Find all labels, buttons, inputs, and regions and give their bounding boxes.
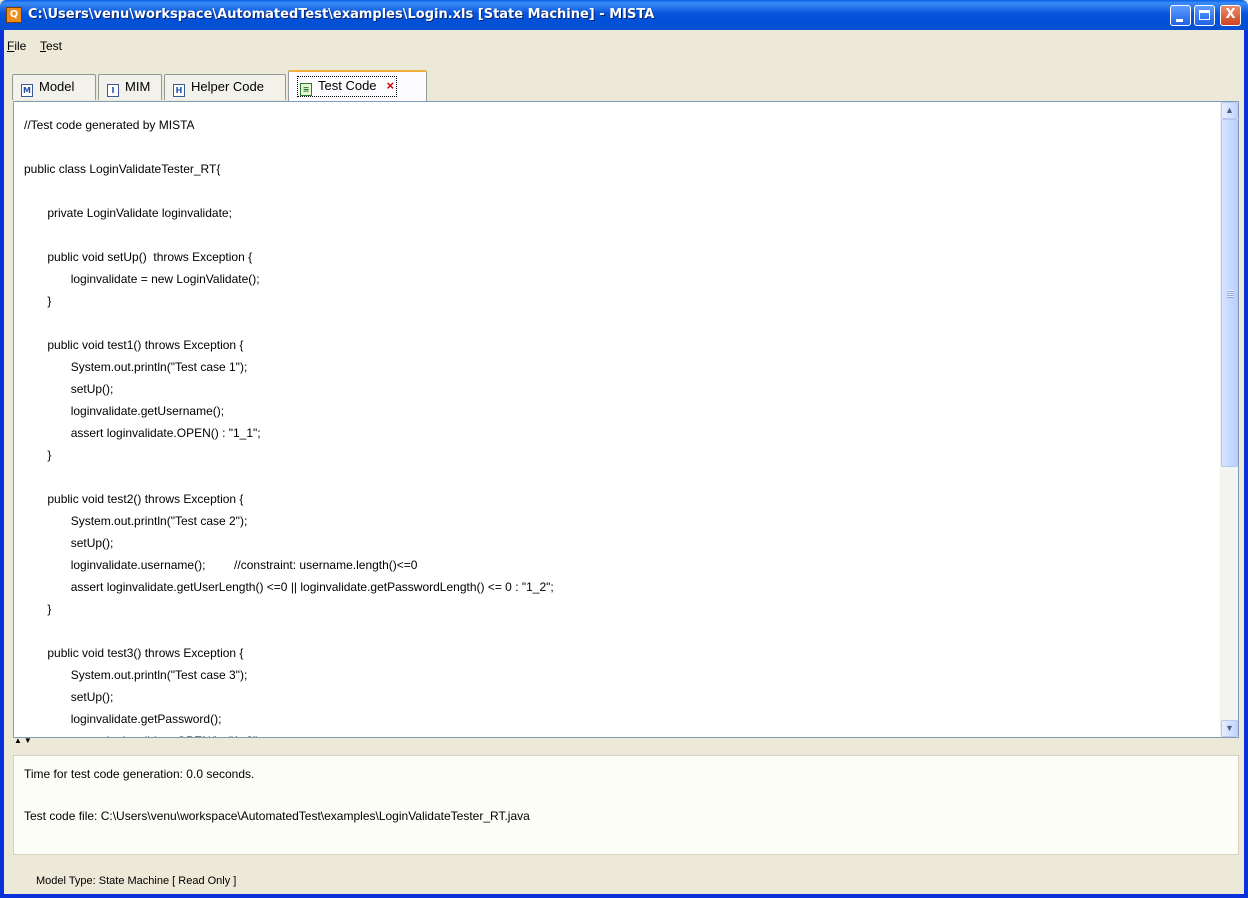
mim-icon: I [107, 84, 119, 97]
code-line: loginvalidate.getUsername(); [24, 404, 225, 418]
code-line: loginvalidate = new LoginValidate(); [24, 272, 260, 286]
code-line: System.out.println("Test case 3"); [24, 668, 248, 682]
tab-test-code[interactable]: ≡ Test Code × [288, 70, 427, 101]
code-line: assert loginvalidate.OPEN() : "1_3"; [24, 730, 1214, 737]
code-line: assert loginvalidate.OPEN() : "1_1"; [24, 426, 261, 440]
scroll-up-icon[interactable]: ▲ [1221, 102, 1238, 119]
splitter-arrows-icon[interactable]: ▲▼ [14, 737, 34, 745]
output-console: Time for test code generation: 0.0 secon… [13, 755, 1239, 855]
code-line: public void test2() throws Exception { [24, 492, 244, 506]
code-text-area[interactable]: //Test code generated by MISTA public cla… [24, 114, 1214, 737]
tab-test-code-label: Test Code [318, 78, 377, 93]
code-line: private LoginValidate loginvalidate; [24, 206, 232, 220]
scroll-down-icon[interactable]: ▼ [1221, 720, 1238, 737]
menu-test[interactable]: Test [40, 39, 62, 53]
tab-helper-code[interactable]: H Helper Code [164, 74, 286, 100]
tab-model[interactable]: M Model [12, 74, 96, 100]
minimize-icon [1176, 19, 1183, 22]
scroll-thumb[interactable] [1221, 119, 1238, 467]
code-line: public void test1() throws Exception { [24, 338, 244, 352]
minimize-button[interactable] [1170, 5, 1191, 26]
code-line: loginvalidate.username(); //constraint: … [24, 558, 418, 572]
code-line: loginvalidate.getPassword(); [24, 712, 222, 726]
tab-mim[interactable]: I MIM [98, 74, 162, 100]
code-line: setUp(); [24, 536, 114, 550]
tab-focus-ring: ≡ Test Code × [297, 76, 398, 97]
code-line: public class LoginValidateTester_RT{ [24, 162, 221, 176]
tab-model-label: Model [39, 79, 75, 94]
code-line: System.out.println("Test case 2"); [24, 514, 248, 528]
generation-time-text: Time for test code generation: 0.0 secon… [24, 767, 255, 781]
code-line: assert loginvalidate.getUserLength() <=0… [24, 580, 554, 594]
code-line: //Test code generated by MISTA [24, 118, 195, 132]
title-bar[interactable]: Q C:\Users\venu\workspace\AutomatedTest\… [0, 0, 1248, 30]
tab-mim-label: MIM [125, 79, 151, 94]
vertical-scrollbar[interactable]: ▲ ▼ [1220, 102, 1238, 737]
code-line: public void test3() throws Exception { [24, 646, 244, 660]
code-line: public void setUp() throws Exception { [24, 250, 253, 264]
maximize-icon [1199, 10, 1210, 20]
code-line: setUp(); [24, 690, 114, 704]
maximize-button[interactable] [1194, 5, 1215, 26]
scroll-grip-icon [1227, 290, 1234, 298]
tab-helper-code-label: Helper Code [191, 79, 264, 94]
menu-file[interactable]: File [7, 39, 26, 53]
close-icon: X [1225, 7, 1236, 22]
test-code-icon: ≡ [300, 83, 312, 96]
menu-bar: File Test [4, 30, 1244, 60]
menu-test-label: est [46, 39, 63, 53]
code-line: System.out.println("Test case 1"); [24, 360, 248, 374]
status-bar: Model Type: State Machine [ Read Only ] [4, 868, 1244, 894]
model-icon: M [21, 84, 33, 97]
window-frame-left [0, 30, 4, 898]
test-code-file-text: Test code file: C:\Users\venu\workspace\… [24, 809, 530, 823]
helper-code-icon: H [173, 84, 185, 97]
code-line: setUp(); [24, 382, 114, 396]
code-line: } [24, 294, 52, 308]
app-icon[interactable]: Q [6, 7, 22, 23]
window-title: C:\Users\venu\workspace\AutomatedTest\ex… [28, 7, 655, 22]
window-frame-right [1244, 30, 1248, 898]
close-tab-icon[interactable]: × [387, 78, 395, 93]
menu-file-label: ile [14, 39, 27, 53]
window-frame-bottom [0, 894, 1248, 898]
split-pane-divider[interactable] [13, 739, 1239, 745]
test-code-editor[interactable]: //Test code generated by MISTA public cla… [13, 101, 1239, 738]
model-type-status: Model Type: State Machine [ Read Only ] [36, 875, 237, 887]
code-line: } [24, 602, 52, 616]
code-line: } [24, 448, 52, 462]
close-button[interactable]: X [1220, 5, 1241, 26]
